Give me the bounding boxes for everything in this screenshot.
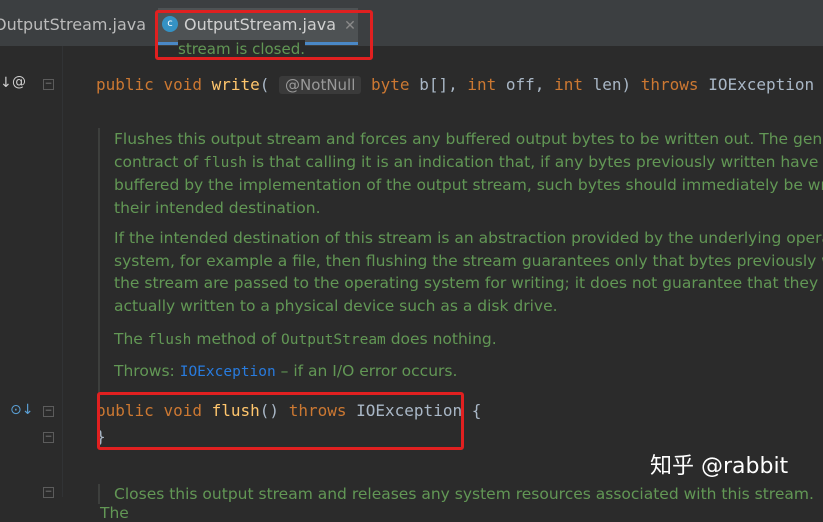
flush-javadoc: Flushes this output stream and forces an…: [98, 128, 823, 396]
watermark: 知乎 @rabbit: [650, 454, 789, 479]
highlight-box-tab: [155, 10, 373, 60]
highlight-box-flush: [97, 392, 464, 450]
fold-icon[interactable]: −: [43, 79, 54, 90]
fold-icon[interactable]: −: [43, 432, 54, 443]
ioexception-link[interactable]: IOException: [180, 364, 276, 380]
gutter-divider: [62, 46, 63, 497]
implemented-icon[interactable]: ↓: [0, 75, 12, 91]
editor-tab-bar: OutputStream.java✕ cOutputStream.java✕: [0, 0, 823, 46]
tab-outputstream-java-1[interactable]: OutputStream.java✕: [0, 8, 166, 42]
override-method-icon[interactable]: ⊙↓: [10, 402, 33, 418]
override-icon[interactable]: @: [12, 74, 26, 90]
write-method-signature: public void write( @NotNull byte b[], in…: [96, 75, 815, 94]
fold-icon[interactable]: −: [43, 406, 54, 417]
fold-icon[interactable]: −: [43, 487, 54, 498]
tab-label: OutputStream.java: [0, 15, 147, 34]
notnull-annotation: @NotNull: [279, 76, 362, 94]
close-javadoc: Closes this output stream and releases a…: [98, 484, 823, 522]
